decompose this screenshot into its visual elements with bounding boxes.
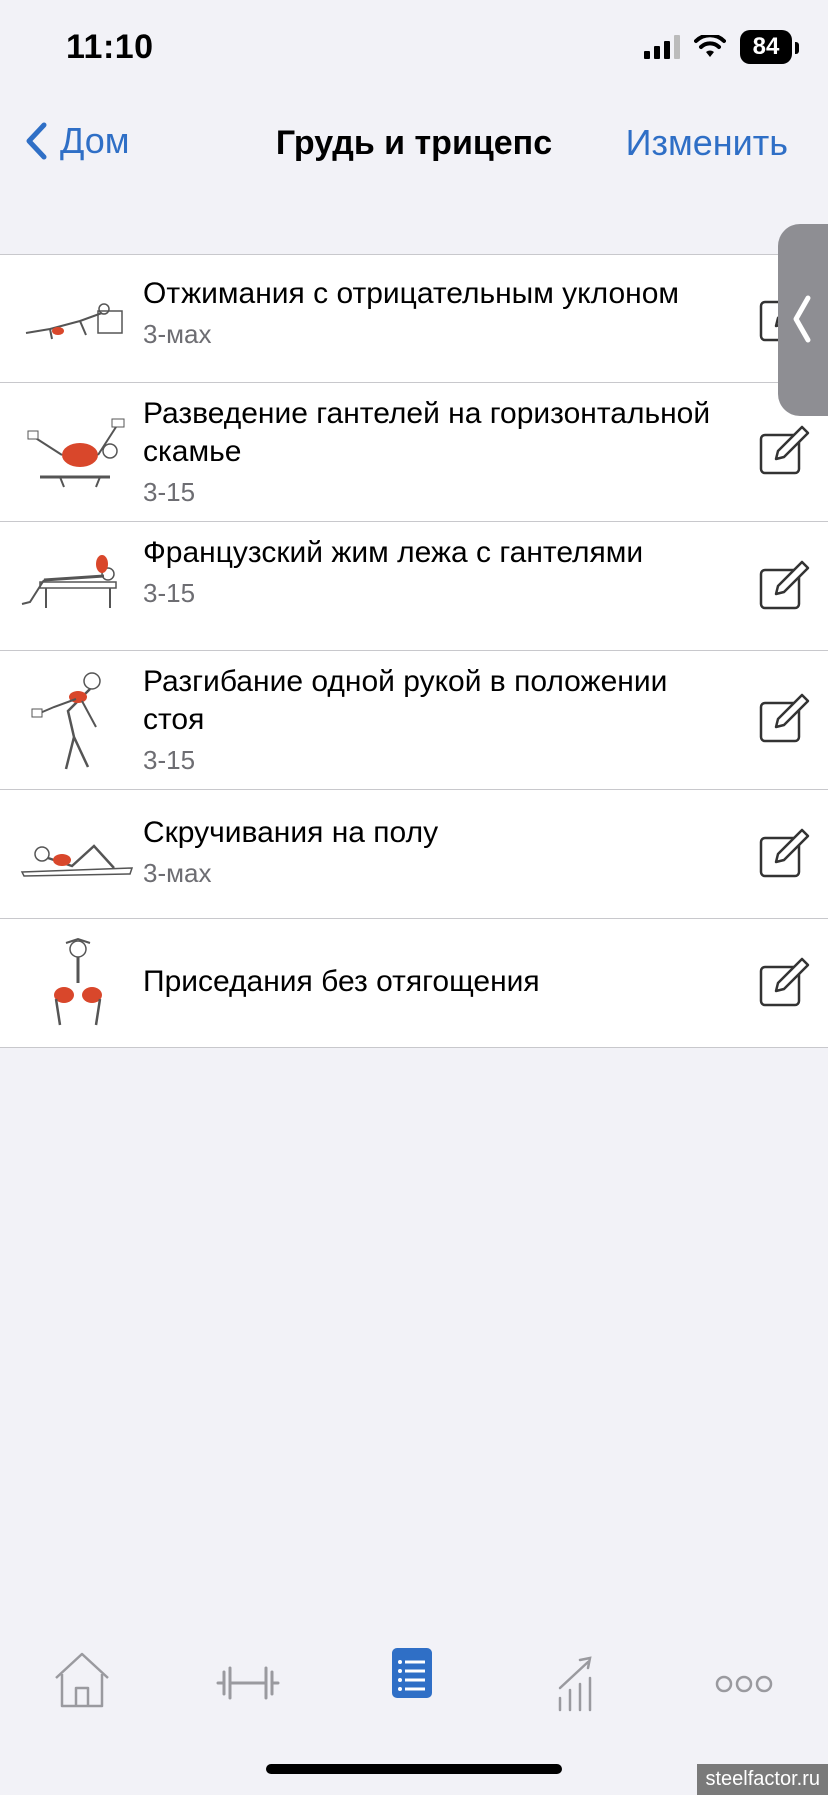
exercise-text: Скручивания на полу 3-мах — [143, 814, 718, 890]
exercise-title: Приседания без отягощения — [143, 965, 540, 998]
signal-icon — [644, 35, 680, 59]
exercise-title: Разведение гантелей на горизонтальной ск… — [143, 397, 711, 468]
status-time: 11:10 — [66, 28, 154, 66]
dumbbell-icon[interactable] — [208, 1644, 288, 1714]
exercise-row[interactable]: Отжимания с отрицательным уклоном 3-мах — [0, 255, 828, 383]
edit-exercise-icon[interactable] — [758, 560, 810, 612]
exercise-sets: 3-15 — [143, 745, 196, 775]
exercise-title: Разгибание одной рукой в положении стоя — [143, 665, 668, 736]
tab-bar — [0, 1620, 828, 1760]
status-bar: 11:10 84 — [0, 0, 828, 100]
floor-crunch-illustration — [20, 844, 134, 877]
exercise-text: Разгибание одной рукой в положении стоя … — [143, 663, 718, 777]
edit-exercise-icon[interactable] — [758, 828, 810, 880]
exercise-row[interactable]: Разгибание одной рукой в положении стоя … — [0, 651, 828, 790]
exercise-sets: 3-мах — [143, 858, 212, 888]
chart-icon[interactable] — [538, 1644, 618, 1714]
exercise-title: Скручивания на полу — [143, 816, 439, 849]
exercise-text: Разведение гантелей на горизонтальной ск… — [143, 395, 718, 509]
exercise-sets: 3-мах — [143, 319, 212, 349]
edit-exercise-icon[interactable] — [758, 957, 810, 1009]
decline-pushup-illustration — [25, 303, 123, 340]
chevron-left-icon — [26, 122, 47, 160]
list-icon[interactable] — [372, 1644, 452, 1714]
wifi-icon — [694, 35, 726, 57]
watermark: steelfactor.ru — [697, 1764, 828, 1795]
exercise-text: Отжимания с отрицательным уклоном 3-мах — [143, 275, 718, 351]
chevron-left-icon — [793, 295, 811, 343]
edit-button[interactable]: Изменить — [626, 122, 788, 164]
navigation-bar: Дом Грудь и трицепс Изменить — [0, 100, 828, 190]
exercise-sets: 3-15 — [143, 578, 196, 608]
edit-exercise-icon[interactable] — [758, 425, 810, 477]
home-indicator — [266, 1764, 562, 1774]
skull-crusher-illustration — [21, 555, 117, 608]
exercise-row[interactable]: Разведение гантелей на горизонтальной ск… — [0, 383, 828, 522]
exercise-title: Отжимания с отрицательным уклоном — [143, 277, 680, 310]
exercise-text: Приседания без отягощения — [143, 963, 718, 1005]
dumbbell-fly-illustration — [27, 418, 125, 488]
status-icons: 84 — [644, 30, 799, 64]
exercise-list: Отжимания с отрицательным уклоном 3-мах … — [0, 254, 828, 1048]
exercise-title: Французский жим лежа с гантелями — [143, 536, 644, 569]
back-button[interactable]: Дом — [24, 120, 130, 162]
bodyweight-squat-illustration — [54, 937, 102, 1026]
exercise-text: Французский жим лежа с гантелями 3-15 — [143, 534, 718, 610]
edit-exercise-icon[interactable] — [758, 693, 810, 745]
more-icon[interactable] — [704, 1644, 784, 1714]
exercise-row[interactable]: Скручивания на полу 3-мах — [0, 790, 828, 919]
back-label: Дом — [60, 120, 130, 161]
battery-indicator: 84 — [740, 30, 799, 64]
exercise-sets: 3-15 — [143, 477, 196, 507]
side-panel-handle[interactable] — [778, 224, 828, 416]
exercise-row[interactable]: Приседания без отягощения — [0, 919, 828, 1047]
triceps-kickback-illustration — [31, 672, 101, 770]
home-icon[interactable] — [42, 1644, 122, 1714]
exercise-row[interactable]: Французский жим лежа с гантелями 3-15 — [0, 522, 828, 651]
